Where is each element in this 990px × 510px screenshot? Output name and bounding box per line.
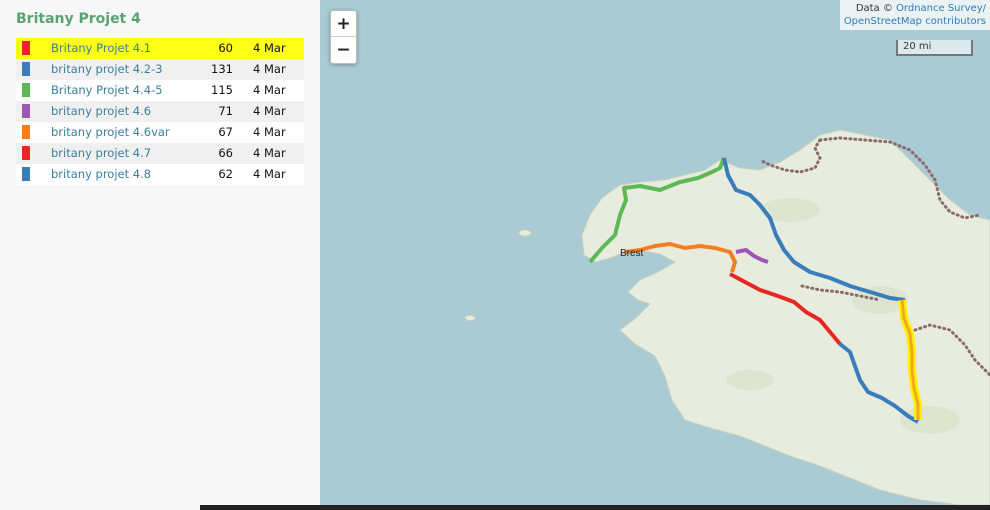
route-date: 4 Mar xyxy=(253,146,286,160)
attribution-prefix: Data © xyxy=(855,3,897,14)
route-color-swatch xyxy=(22,41,30,55)
route-row[interactable]: britany projet 4.6var 67 4 Mar xyxy=(16,122,304,143)
route-distance: 67 xyxy=(218,125,233,139)
route-color-swatch xyxy=(22,83,30,97)
place-label-brest: Brest xyxy=(620,248,644,259)
zoom-out-button[interactable]: − xyxy=(331,37,356,63)
zoom-control: + − xyxy=(330,10,357,64)
route-color-swatch xyxy=(22,146,30,160)
route-distance: 131 xyxy=(211,62,233,76)
route-row[interactable]: Britany Projet 4.4-5 115 4 Mar xyxy=(16,80,304,101)
route-date: 4 Mar xyxy=(253,41,286,55)
map-attribution: Data © Ordnance Survey/ OpenStreetMap co… xyxy=(839,0,990,30)
route-row[interactable]: Britany Projet 4.1 60 4 Mar xyxy=(16,38,304,59)
route-date: 4 Mar xyxy=(253,125,286,139)
attribution-link-os[interactable]: Ordnance Survey/ xyxy=(896,3,986,14)
route-name-link[interactable]: britany projet 4.8 xyxy=(51,164,151,185)
route-row[interactable]: britany projet 4.7 66 4 Mar xyxy=(16,143,304,164)
route-list: Britany Projet 4.1 60 4 Mar britany projet … xyxy=(16,38,304,185)
route-name-link[interactable]: britany projet 4.2-3 xyxy=(51,59,163,80)
footer-bar xyxy=(0,505,990,510)
route-name-link[interactable]: Britany Projet 4.1 xyxy=(51,38,151,59)
attribution-link-osm[interactable]: OpenStreetMap contributors xyxy=(844,16,986,27)
map-canvas[interactable]: Brest xyxy=(320,0,990,505)
island xyxy=(518,229,532,237)
route-name-link[interactable]: britany projet 4.6 xyxy=(51,101,151,122)
zoom-in-button[interactable]: + xyxy=(331,11,356,37)
route-distance: 115 xyxy=(211,83,233,97)
page-title: Britany Projet 4 xyxy=(16,11,141,27)
route-name-link[interactable]: Britany Projet 4.4-5 xyxy=(51,80,163,101)
route-date: 4 Mar xyxy=(253,167,286,181)
route-date: 4 Mar xyxy=(253,83,286,97)
route-name-link[interactable]: britany projet 4.7 xyxy=(51,143,151,164)
route-color-swatch xyxy=(22,104,30,118)
route-date: 4 Mar xyxy=(253,62,286,76)
map-view[interactable]: Brest + − Data © Ordnance Survey/ OpenSt… xyxy=(320,0,990,505)
route-distance: 60 xyxy=(218,41,233,55)
route-distance: 71 xyxy=(218,104,233,118)
map-scale-bar: 20 mi xyxy=(896,40,973,56)
footer-dark-strip xyxy=(200,505,990,510)
route-row[interactable]: britany projet 4.2-3 131 4 Mar xyxy=(16,59,304,80)
route-date: 4 Mar xyxy=(253,104,286,118)
route-distance: 62 xyxy=(218,167,233,181)
route-row[interactable]: britany projet 4.6 71 4 Mar xyxy=(16,101,304,122)
route-distance: 66 xyxy=(218,146,233,160)
sidebar: Britany Projet 4 Britany Projet 4.1 60 4 M… xyxy=(0,0,320,505)
terrain-patch xyxy=(726,370,774,390)
route-name-link[interactable]: britany projet 4.6var xyxy=(51,122,170,143)
route-color-swatch xyxy=(22,62,30,76)
route-row[interactable]: britany projet 4.8 62 4 Mar xyxy=(16,164,304,185)
island xyxy=(464,315,476,321)
route-color-swatch xyxy=(22,167,30,181)
route-color-swatch xyxy=(22,125,30,139)
terrain-patch xyxy=(900,406,960,434)
